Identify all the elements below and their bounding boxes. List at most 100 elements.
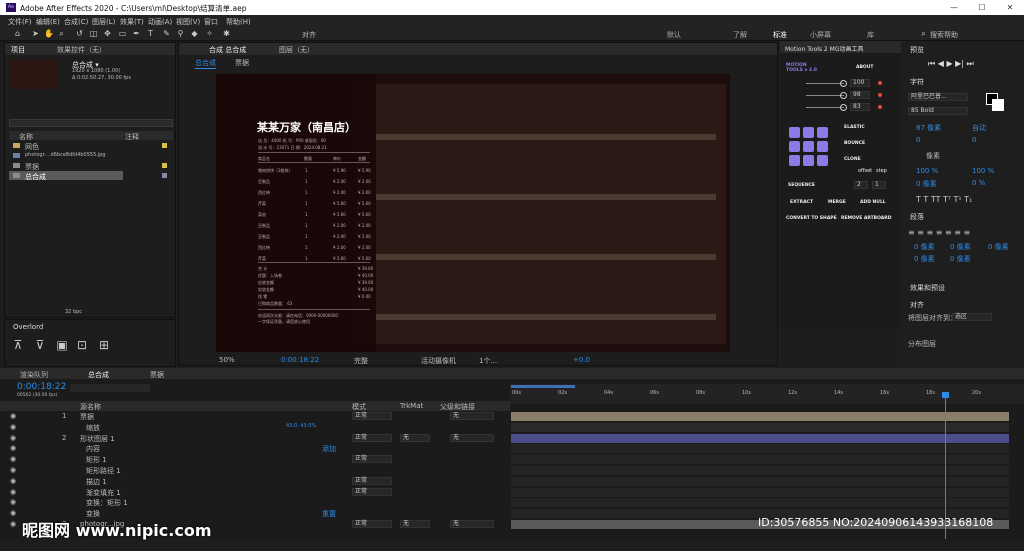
layer-mode-select[interactable]: 正常 [352, 412, 392, 420]
bounce-button[interactable]: BOUNCE [844, 141, 865, 146]
column-mode[interactable]: 模式 [352, 402, 366, 412]
comp-viewer[interactable] [216, 74, 730, 352]
menu-help[interactable]: 帮助(H) [226, 17, 251, 27]
layer-mode-select[interactable]: 正常 [352, 455, 392, 464]
anchor-mr-button[interactable] [817, 141, 828, 152]
layer-parent-select[interactable]: 无 [450, 412, 494, 420]
menu-edit[interactable]: 编辑(E) [36, 17, 60, 27]
layer-name[interactable]: 描边 1 [86, 477, 107, 487]
align-target-select[interactable]: 选区 [952, 313, 992, 321]
visibility-icon[interactable]: ◉ [10, 466, 16, 474]
type-tool-icon[interactable]: T [146, 29, 155, 38]
breadcrumb-main[interactable]: 总合成 [195, 58, 216, 69]
project-item-main-comp[interactable]: 总合成 [25, 172, 46, 182]
offset-input[interactable]: 2 [854, 181, 868, 189]
align-icon[interactable]: ⊼ [11, 339, 25, 351]
tab-layer[interactable]: 图层（无） [279, 45, 314, 55]
clone-button[interactable]: CLONE [844, 157, 861, 162]
indent-left[interactable]: 0 像素 [914, 242, 935, 252]
tab-composition[interactable]: 合成 总合成 [209, 45, 246, 55]
add-icon[interactable]: ⊞ [97, 339, 111, 351]
visibility-icon[interactable]: ◉ [10, 444, 16, 452]
anchor-ml-button[interactable] [789, 141, 800, 152]
resolution-select[interactable]: 完整 [354, 356, 368, 366]
column-name[interactable]: 名称 [19, 132, 33, 142]
vertical-scale[interactable]: 100 % [916, 167, 938, 175]
tab-timeline-main[interactable]: 总合成 [88, 370, 109, 380]
zoom-select[interactable]: 50% [219, 356, 235, 364]
layer-extra-button[interactable]: 添加 [322, 444, 336, 454]
shape-icon[interactable]: ▣ [55, 339, 69, 351]
tab-render-queue[interactable]: 渲染队列 [20, 370, 48, 380]
rectangle-tool-icon[interactable]: ▭ [118, 29, 127, 38]
remove-artboard-button[interactable]: REMOVE ARTBOARD [841, 216, 891, 221]
visibility-icon[interactable]: ◉ [10, 412, 16, 420]
extract-button[interactable]: EXTRACT [790, 200, 813, 205]
layer-name[interactable]: 矩形路径 1 [86, 466, 121, 476]
visibility-icon[interactable]: ◉ [10, 498, 16, 506]
anchor-c-button[interactable] [803, 141, 814, 152]
menu-layer[interactable]: 图层(L) [92, 17, 115, 27]
column-parent[interactable]: 父级和链接 [440, 402, 475, 412]
add-null-button[interactable]: ADD NULL [860, 200, 886, 205]
zoom-tool-icon[interactable]: ⌕ [57, 29, 66, 38]
visibility-icon[interactable]: ◉ [10, 455, 16, 463]
layer-name[interactable]: 内容 [86, 444, 100, 454]
layer-trkmat-select[interactable]: 无 [400, 433, 430, 442]
layer-name[interactable]: 形状图层 1 [80, 434, 115, 444]
menu-animation[interactable]: 动画(A) [148, 17, 172, 27]
pen-tool-icon[interactable]: ✒ [132, 29, 141, 38]
column-source-name[interactable]: 源名称 [80, 402, 101, 412]
layer-name[interactable]: 变换：矩形 1 [86, 498, 128, 508]
layer-parent-select[interactable]: 无 [450, 433, 494, 442]
slider-1-value[interactable]: 100 [850, 79, 870, 87]
column-trkmat[interactable]: TrkMat [400, 402, 423, 410]
menu-file[interactable]: 文件(F) [8, 17, 32, 27]
slider-2-value[interactable]: 98 [850, 91, 870, 99]
layer-bar[interactable] [511, 466, 1009, 475]
space-before[interactable]: 0 像素 [914, 254, 935, 264]
elastic-button[interactable]: ELASTIC [844, 125, 865, 130]
layer-name[interactable]: 票据 [80, 412, 94, 422]
font-family-select[interactable]: 阿里巴巴普... [908, 93, 968, 101]
font-size-value[interactable]: 87 像素 [916, 123, 941, 133]
pan-tool-icon[interactable]: ✥ [103, 29, 112, 38]
menu-window[interactable]: 窗口 [204, 17, 218, 27]
baseline-shift[interactable]: 0 像素 [916, 179, 937, 189]
tsume-value[interactable]: 0 % [972, 179, 985, 187]
layer-bar[interactable] [511, 498, 1009, 508]
anchor-bc-button[interactable] [803, 155, 814, 166]
current-time[interactable]: 0:00:18:22 [281, 356, 319, 364]
workspace-default[interactable]: 默认 [667, 30, 681, 40]
timeline-search-input[interactable] [70, 384, 150, 392]
layer-mode-select[interactable]: 正常 [352, 487, 392, 496]
import-icon[interactable]: ⊡ [75, 339, 89, 351]
anchor-tl-button[interactable] [789, 127, 800, 138]
anchor-bl-button[interactable] [789, 155, 800, 166]
project-item-photo[interactable]: photogr... d6bce8dfd4b0555.jpg [25, 152, 106, 158]
layer-bar[interactable] [511, 476, 1009, 486]
workspace-library[interactable]: 库 [867, 30, 874, 40]
leading-value[interactable]: 自动 [972, 123, 986, 133]
eraser-tool-icon[interactable]: ◆ [190, 29, 199, 38]
roto-tool-icon[interactable]: ✧ [205, 29, 214, 38]
stroke-unit[interactable]: 像素 [926, 151, 940, 161]
stamp-tool-icon[interactable]: ⚲ [176, 29, 185, 38]
indent-right[interactable]: 0 像素 [950, 242, 971, 252]
minimize-button[interactable]: — [944, 2, 964, 13]
visibility-icon[interactable]: ◉ [10, 434, 16, 442]
kerning-value[interactable]: 0 [916, 136, 920, 144]
tab-project[interactable]: 项目 [11, 45, 25, 55]
property-value[interactable]: 43.0, 43.0% [286, 423, 316, 429]
layer-mode-select[interactable]: 正常 [352, 433, 392, 442]
workspace-standard[interactable]: 标准 [773, 30, 787, 40]
camera-tool-icon[interactable]: ◫ [89, 29, 98, 38]
workspace-learn[interactable]: 了解 [733, 30, 747, 40]
layer-name[interactable]: 缩放 [86, 423, 100, 433]
slider-3-value[interactable]: 83 [850, 103, 870, 111]
slider-1-handle[interactable] [840, 80, 847, 87]
sequence-button[interactable]: SEQUENCE [788, 183, 815, 188]
layer-name[interactable]: 矩形 1 [86, 455, 107, 465]
convert-to-shape-button[interactable]: CONVERT TO SHAPE [786, 216, 837, 221]
layer-bar[interactable] [511, 455, 1009, 465]
